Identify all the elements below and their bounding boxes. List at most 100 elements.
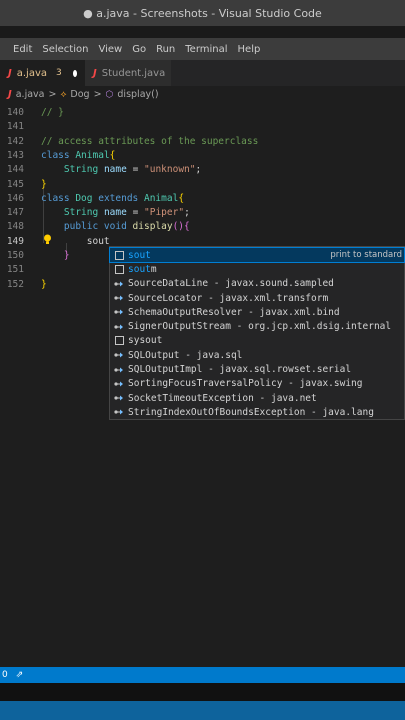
code-line[interactable]: 143 class Animal{ bbox=[0, 149, 405, 163]
problem-count-badge: 3 bbox=[56, 68, 62, 78]
code-line[interactable]: 141 bbox=[0, 120, 405, 134]
code-token: name bbox=[103, 207, 127, 219]
code-line[interactable]: 147 String name = "Piper"; bbox=[0, 206, 405, 220]
java-icon: J bbox=[8, 67, 12, 79]
match-highlight: sout bbox=[128, 263, 151, 275]
code-token: "unknown" bbox=[144, 164, 196, 176]
menu-run[interactable]: Run bbox=[151, 44, 180, 55]
suggestion-item[interactable]: SchemaOutputResolver - javax.xml.bind bbox=[110, 305, 404, 319]
top-gap bbox=[0, 26, 405, 38]
class-icon bbox=[114, 322, 124, 332]
code-token: Animal bbox=[143, 192, 179, 204]
error-count[interactable]: 0 bbox=[2, 670, 8, 680]
match-highlight: sout bbox=[128, 249, 151, 261]
code-text[interactable]: class Dog extends Animal{ bbox=[41, 192, 184, 206]
tab-student-java[interactable]: J Student.java bbox=[85, 60, 171, 86]
suggestion-label: SignerOutputStream - org.jcp.xml.dsig.in… bbox=[128, 321, 392, 333]
code-line[interactable]: 140 // } bbox=[0, 106, 405, 120]
code-text[interactable]: // } bbox=[41, 106, 64, 120]
breadcrumb-method[interactable]: display() bbox=[117, 89, 158, 100]
code-line[interactable]: 142 // access attributes of the superclas… bbox=[0, 135, 405, 149]
window-title: ● a.java - Screenshots - Visual Studio C… bbox=[83, 6, 322, 20]
suggestion-label: StringIndexOutOfBoundsException - java.l… bbox=[128, 406, 374, 418]
menu-view[interactable]: View bbox=[93, 44, 127, 55]
code-token: () bbox=[172, 221, 185, 233]
code-token: ; bbox=[184, 207, 190, 219]
code-line[interactable]: 144 String name = "unknown"; bbox=[0, 163, 405, 177]
snippet-icon bbox=[114, 336, 124, 346]
tab-a-java[interactable]: J a.java 3 bbox=[0, 60, 85, 86]
code-token: // access attributes of the superclass bbox=[41, 135, 259, 147]
class-icon bbox=[114, 393, 124, 403]
suggestion-item[interactable]: SocketTimeoutException - java.net bbox=[110, 391, 404, 405]
status-bar: 0 ⇗ bbox=[0, 667, 405, 683]
code-text[interactable]: public void display(){ bbox=[41, 220, 190, 234]
line-number: 141 bbox=[6, 121, 24, 133]
menu-terminal[interactable]: Terminal bbox=[180, 44, 232, 55]
suggestion-label: soutm bbox=[128, 264, 157, 275]
suggestion-detail: print to standard bbox=[330, 250, 402, 261]
code-token: { bbox=[184, 221, 190, 233]
code-line[interactable]: 146 class Dog extends Animal{ bbox=[0, 192, 405, 206]
tab-label: a.java bbox=[16, 67, 47, 79]
code-token: "Piper" bbox=[144, 207, 185, 219]
suggestion-item[interactable]: SQLOutput - java.sql bbox=[110, 348, 404, 362]
code-text[interactable]: } bbox=[41, 249, 70, 263]
java-icon: J bbox=[8, 89, 12, 100]
code-text[interactable]: } bbox=[41, 278, 47, 292]
menu-selection[interactable]: Selection bbox=[37, 44, 93, 55]
title-bar: ● a.java - Screenshots - Visual Studio C… bbox=[0, 0, 405, 26]
breadcrumb-class[interactable]: Dog bbox=[70, 89, 89, 100]
code-text[interactable]: } bbox=[41, 178, 47, 192]
suggestion-item[interactable]: StringIndexOutOfBoundsException - java.l… bbox=[110, 405, 404, 419]
suggestion-label: sysout bbox=[128, 335, 162, 346]
suggestion-item[interactable]: soutm bbox=[110, 262, 404, 276]
suggestion-item[interactable]: SortingFocusTraversalPolicy - javax.swin… bbox=[110, 377, 404, 391]
code-token: } bbox=[41, 278, 47, 290]
unsaved-dot-icon[interactable] bbox=[72, 69, 77, 77]
breadcrumb: J a.java > ⟡ Dog > ⬡ display() bbox=[0, 86, 405, 103]
class-icon bbox=[114, 379, 124, 389]
suggestion-item[interactable]: sout print to standard bbox=[109, 246, 405, 264]
code-text[interactable]: // access attributes of the superclass bbox=[41, 135, 258, 149]
code-text[interactable]: sout bbox=[41, 235, 110, 249]
code-token: { bbox=[178, 192, 185, 204]
menu-go[interactable]: Go bbox=[127, 44, 151, 55]
suggestion-item[interactable]: sysout bbox=[110, 334, 404, 348]
line-number: 143 bbox=[6, 149, 24, 161]
suggestion-rest: m bbox=[150, 263, 157, 275]
code-line[interactable]: 148 public void display(){ bbox=[0, 220, 405, 234]
code-token: { bbox=[109, 149, 116, 161]
class-icon: ⟡ bbox=[60, 89, 67, 100]
menu-edit[interactable]: Edit bbox=[8, 44, 37, 55]
code-token: Animal bbox=[75, 149, 110, 161]
bottom-bar bbox=[0, 701, 405, 720]
menu-help[interactable]: Help bbox=[233, 44, 266, 55]
code-text[interactable]: class Animal{ bbox=[41, 149, 115, 163]
line-number: 142 bbox=[6, 135, 24, 147]
class-icon bbox=[114, 365, 124, 375]
menu-bar: Edit Selection View Go Run Terminal Help bbox=[0, 38, 405, 60]
suggestion-item[interactable]: SourceDataLine - javax.sound.sampled bbox=[110, 277, 404, 291]
live-share-icon[interactable]: ⇗ bbox=[16, 670, 24, 680]
code-line[interactable]: 145} bbox=[0, 178, 405, 192]
suggestion-label: sout bbox=[128, 250, 151, 261]
chevron-right-icon: > bbox=[48, 89, 57, 100]
line-number: 144 bbox=[6, 164, 24, 176]
suggestion-item[interactable]: SignerOutputStream - org.jcp.xml.dsig.in… bbox=[110, 320, 404, 334]
line-number: 145 bbox=[6, 178, 24, 190]
code-token: extends bbox=[92, 192, 144, 204]
class-icon bbox=[114, 279, 124, 289]
suggestion-item[interactable]: SourceLocator - javax.xml.transform bbox=[110, 291, 404, 305]
breadcrumb-file[interactable]: a.java bbox=[16, 89, 45, 100]
suggestion-widget: sout print to standard soutm SourceDataLine… bbox=[109, 246, 405, 420]
suggestion-item[interactable]: SQLOutputImpl - javax.sql.rowset.serial bbox=[110, 362, 404, 376]
code-text[interactable]: String name = "unknown"; bbox=[41, 163, 201, 177]
class-icon bbox=[114, 293, 124, 303]
code-token: class bbox=[41, 192, 76, 204]
suggestion-label: SchemaOutputResolver - javax.xml.bind bbox=[128, 306, 340, 318]
suggestion-label: SQLOutput - java.sql bbox=[128, 349, 243, 361]
code-text[interactable]: String name = "Piper"; bbox=[41, 206, 190, 220]
line-number: 152 bbox=[6, 278, 24, 290]
